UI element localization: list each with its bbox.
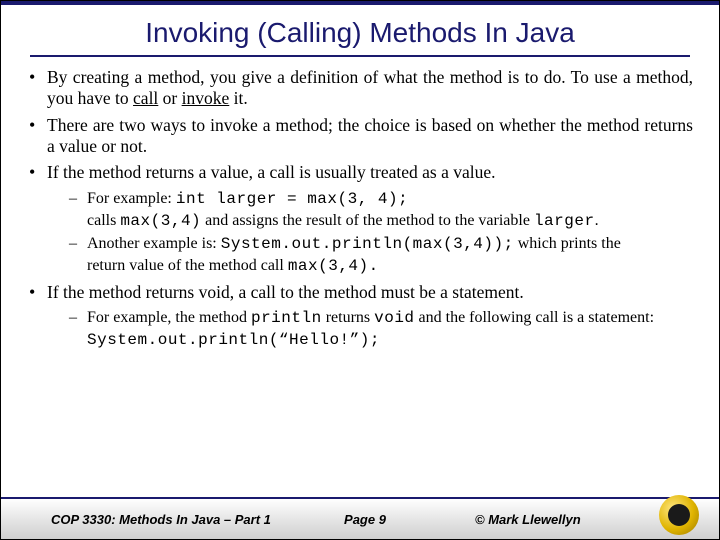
bullet-1: By creating a method, you give a definit… [27,67,693,110]
s21-a: For example, the method [87,309,251,326]
b1-call: call [133,88,158,108]
main-list: By creating a method, you give a definit… [27,67,693,184]
s21-code1: println [251,309,322,327]
b1-end: it. [229,88,247,108]
b1-invoke: invoke [182,88,230,108]
b1-or: or [158,88,181,108]
main-list-2: If the method returns void, a call to th… [27,282,693,303]
s1l2-var: larger [534,212,595,230]
s2l2-code: max(3,4). [288,257,379,275]
s1-code: int larger = max(3, 4); [176,190,408,208]
sub2-item1: For example, the method println returns … [69,308,693,329]
sub-list-1: For example: int larger = max(3, 4); cal… [69,189,693,277]
s1l2-code: max(3,4) [120,212,201,230]
s21-b: returns [322,309,374,326]
s2-code: System.out.println(max(3,4)); [221,235,514,253]
s21-code2: void [374,309,414,327]
s1l2-end: . [595,212,599,229]
sub1-item2: Another example is: System.out.println(m… [69,234,693,255]
footer-center: Page 9 [295,512,435,527]
footer: COP 3330: Methods In Java – Part 1 Page … [1,497,719,539]
sub1-item1: For example: int larger = max(3, 4); [69,189,693,210]
s1-a: For example: [87,190,176,207]
s1l2-b: and assigns the result of the method to … [201,212,534,229]
s21-c: and the following call is a statement: [415,309,655,326]
s1l2-a: calls [87,212,120,229]
s2l2-a: return value of the method call [87,257,288,274]
sub2-codeline: System.out.println(“Hello!”); [69,331,693,351]
bullet-4: If the method returns void, a call to th… [27,282,693,303]
sub1-item2-line2: return value of the method call max(3,4)… [69,256,693,277]
s2-a: Another example is: [87,235,221,252]
bullet-2: There are two ways to invoke a method; t… [27,115,693,158]
slide-title: Invoking (Calling) Methods In Java [1,5,719,55]
ucf-logo-icon [659,495,699,535]
footer-left: COP 3330: Methods In Java – Part 1 [1,512,295,527]
sub1-item1-line2: calls max(3,4) and assigns the result of… [69,211,693,232]
bullet-3: If the method returns a value, a call is… [27,162,693,183]
sub-list-2: For example, the method println returns … [69,308,693,350]
s2-b: which prints the [514,235,621,252]
content-area: By creating a method, you give a definit… [1,57,719,350]
